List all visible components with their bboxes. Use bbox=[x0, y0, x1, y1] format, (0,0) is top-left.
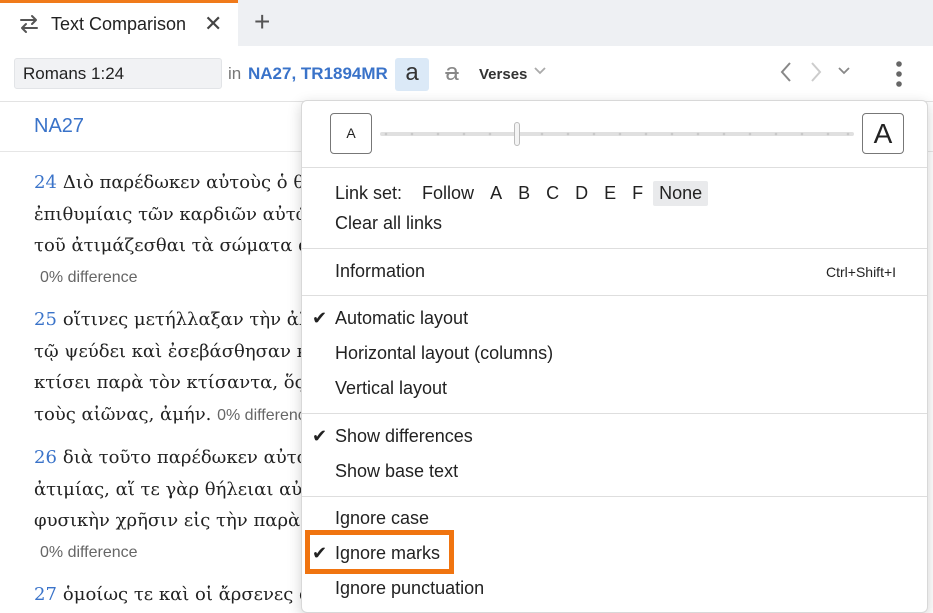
versions-link[interactable]: NA27, TR1894MR bbox=[248, 64, 388, 84]
link-set-d[interactable]: D bbox=[569, 181, 594, 206]
vertical-layout-item[interactable]: Vertical layout bbox=[335, 378, 447, 399]
in-label: in bbox=[228, 64, 242, 83]
menu-divider bbox=[302, 295, 927, 296]
ignore-marks-highlight bbox=[305, 530, 454, 574]
verse-27: 27 ὁμοίως τε καὶ οἱ ἄρσενες ἀφέ bbox=[34, 579, 333, 611]
font-size-slider-thumb[interactable] bbox=[514, 122, 521, 146]
link-set-f[interactable]: F bbox=[626, 181, 649, 206]
swap-arrows-icon bbox=[20, 15, 38, 33]
reference-input[interactable]: Romans 1:24 bbox=[14, 58, 222, 89]
ignore-case-item[interactable]: Ignore case bbox=[335, 508, 429, 529]
verse-line: φυσικὴν χρῆσιν εἰς τὴν παρὰ φύ bbox=[34, 510, 330, 531]
link-set-c[interactable]: C bbox=[540, 181, 565, 206]
clear-all-links-item[interactable]: Clear all links bbox=[335, 213, 442, 234]
difference-percent: 0% difference bbox=[40, 268, 138, 286]
menu-divider bbox=[302, 496, 927, 497]
verse-line: τοὺς αἰῶνας, ἀμήν. bbox=[34, 403, 212, 425]
verse-number[interactable]: 27 bbox=[34, 584, 57, 605]
verse-line: τῷ ψεύδει καὶ ἐσεβάσθησαν καὶ bbox=[34, 340, 328, 362]
new-tab-icon[interactable]: + bbox=[254, 8, 270, 36]
verse-26: 26 διὰ τοῦτο παρέδωκεν αὐτοὺς ἀτιμίας, αἵ… bbox=[34, 442, 338, 568]
verse-line: διὰ τοῦτο παρέδωκεν αὐτοὺς bbox=[62, 447, 329, 468]
tab-text-comparison[interactable]: Text Comparison ✕ bbox=[0, 0, 238, 46]
check-icon: ✔ bbox=[312, 308, 328, 328]
tab-title: Text Comparison bbox=[51, 14, 187, 34]
tab-strip: Text Comparison ✕ + bbox=[0, 0, 933, 46]
menu-divider bbox=[302, 248, 927, 249]
marks-toggle-button[interactable]: a bbox=[437, 58, 467, 91]
link-set-row: Link set: Follow A B C D E F None bbox=[335, 181, 712, 206]
verse-25: 25 οἵτινες μετήλλαξαν τὴν ἀλήθ τῷ ψεύδει … bbox=[34, 304, 342, 431]
difference-percent: 0% difference bbox=[217, 406, 315, 424]
show-differences-item[interactable]: Show differences bbox=[335, 426, 473, 447]
link-set-b[interactable]: B bbox=[512, 181, 536, 206]
link-set-a[interactable]: A bbox=[484, 181, 508, 206]
column-header[interactable]: NA27 bbox=[34, 115, 84, 138]
verse-number[interactable]: 26 bbox=[34, 447, 57, 468]
show-base-text-item[interactable]: Show base text bbox=[335, 461, 458, 482]
history-dropdown-icon[interactable] bbox=[837, 64, 851, 78]
link-set-none[interactable]: None bbox=[653, 181, 709, 206]
verse-line: ἀτιμίας, αἵ τε γὰρ θήλειαι αὐτῶν bbox=[34, 478, 338, 500]
automatic-layout-item[interactable]: Automatic layout bbox=[335, 308, 468, 329]
previous-icon[interactable] bbox=[776, 60, 796, 84]
verse-number[interactable]: 24 bbox=[34, 172, 57, 193]
ignore-punctuation-item[interactable]: Ignore punctuation bbox=[335, 578, 484, 599]
information-item[interactable]: Information bbox=[335, 261, 425, 282]
verse-line: οἵτινες μετήλλαξαν τὴν ἀλήθ bbox=[62, 309, 332, 330]
chevron-down-icon[interactable] bbox=[533, 64, 547, 78]
case-toggle-button[interactable]: a bbox=[395, 58, 429, 91]
verse-24: 24 Διὸ παρέδωκεν αὐτοὺς ὁ θεὸ ἐπιθυμίαις … bbox=[34, 167, 336, 293]
font-size-increase-button[interactable]: A bbox=[862, 113, 904, 154]
horizontal-layout-item[interactable]: Horizontal layout (columns) bbox=[335, 343, 553, 364]
check-icon: ✔ bbox=[312, 426, 328, 446]
font-size-decrease-button[interactable]: A bbox=[330, 113, 372, 154]
verse-line: Διὸ παρέδωκεν αὐτοὺς ὁ θεὸ bbox=[62, 172, 325, 193]
slider-ticks bbox=[384, 132, 850, 136]
verse-number[interactable]: 25 bbox=[34, 309, 57, 330]
difference-percent: 0% difference bbox=[40, 543, 138, 561]
link-set-e[interactable]: E bbox=[598, 181, 622, 206]
verse-line: τοῦ ἀτιμάζεσθαι τὰ σώματα αὐτ bbox=[34, 235, 332, 256]
more-options-icon[interactable] bbox=[893, 60, 905, 88]
verse-line: κτίσει παρὰ τὸν κτίσαντα, ὅς ἐστ bbox=[34, 372, 343, 393]
verse-line: ὁμοίως τε καὶ οἱ ἄρσενες ἀφέ bbox=[62, 584, 334, 605]
toolbar: Romans 1:24 in NA27, TR1894MR a a Verses bbox=[0, 46, 933, 102]
menu-divider bbox=[302, 167, 927, 168]
close-tab-icon[interactable]: ✕ bbox=[204, 13, 222, 35]
link-set-label: Link set: bbox=[335, 183, 403, 203]
verse-line: ἐπιθυμίαις τῶν καρδιῶν αὐτῶν ε bbox=[34, 203, 337, 225]
link-set-follow[interactable]: Follow bbox=[416, 181, 480, 206]
menu-divider bbox=[302, 413, 927, 414]
information-shortcut: Ctrl+Shift+I bbox=[826, 264, 897, 280]
verses-dropdown[interactable]: Verses bbox=[479, 66, 527, 83]
next-icon[interactable] bbox=[806, 60, 826, 84]
